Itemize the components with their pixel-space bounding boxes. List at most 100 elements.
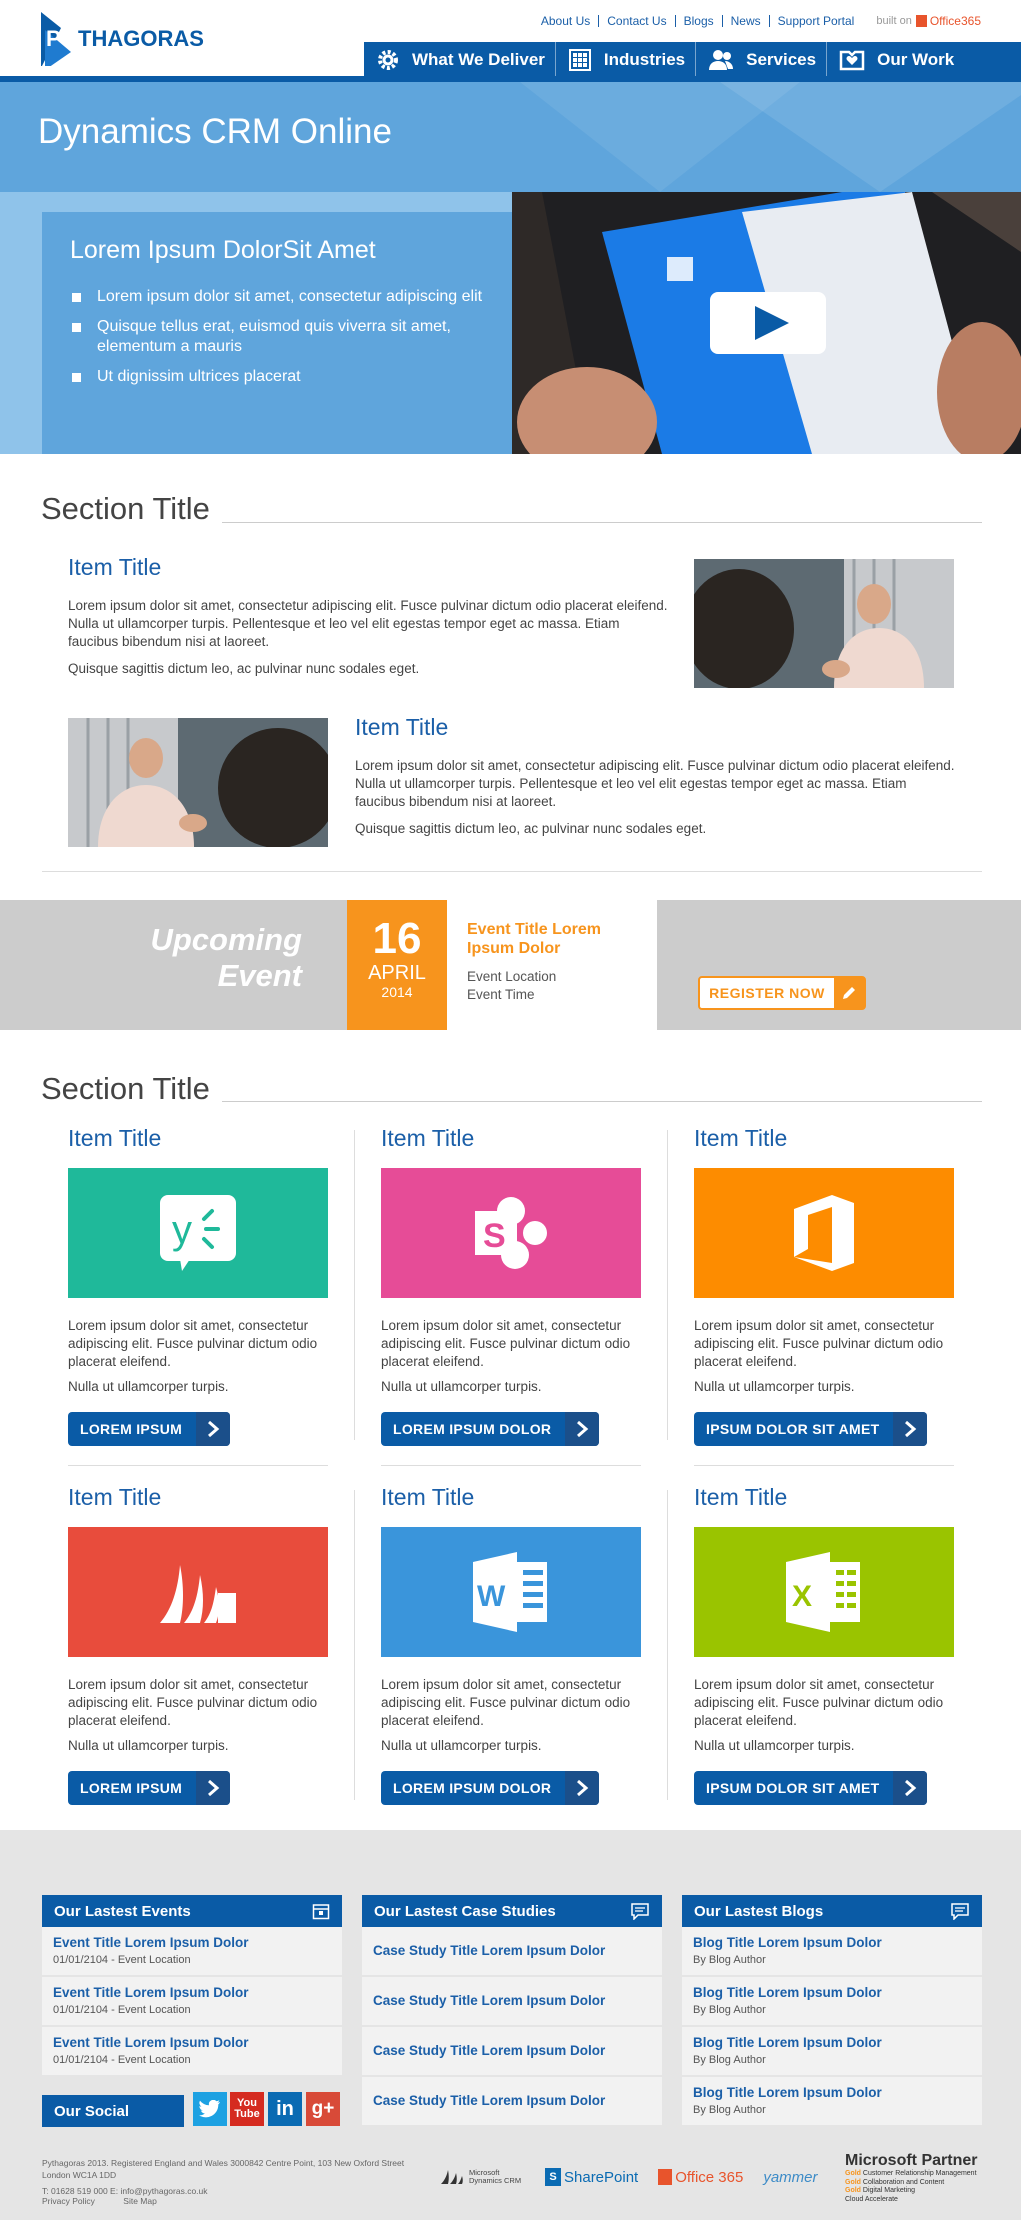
nav-label: What We Deliver — [412, 50, 545, 69]
event-list-item[interactable]: Event Title Lorem Ipsum Dolor 01/01/2104 … — [42, 1927, 342, 1977]
blog-list-item[interactable]: Blog Title Lorem Ipsum Dolor By Blog Auth… — [682, 1977, 982, 2027]
toplink-blogs[interactable]: Blogs — [676, 15, 723, 27]
card-button[interactable]: LOREM IPSUM — [68, 1412, 231, 1446]
nav-our-work[interactable]: Our Work — [827, 42, 964, 78]
video-player[interactable] — [512, 192, 1021, 454]
office365-badge: Office365 — [915, 14, 981, 28]
section-title: Section Title — [41, 491, 210, 526]
dynamics-tile[interactable] — [68, 1527, 328, 1657]
button-label: IPSUM DOLOR SIT AMET — [706, 1780, 880, 1796]
case-study-title: Case Study Title Lorem Ipsum Dolor — [373, 1943, 606, 1958]
footer-links: Privacy Policy Site Map — [42, 2196, 183, 2206]
card-button[interactable]: IPSUM DOLOR SIT AMET — [694, 1771, 928, 1805]
play-icon — [755, 306, 789, 340]
twitter-icon[interactable] — [193, 2092, 227, 2126]
card-text-secondary: Nulla ut ullamcorper turpis. — [381, 1738, 542, 1753]
partner-name: Office 365 — [675, 2168, 744, 2186]
toplink-support-portal[interactable]: Support Portal — [770, 15, 863, 27]
pythagoras-logo[interactable]: PY THAGORAS — [41, 12, 206, 70]
youtube-icon[interactable]: You Tube — [230, 2092, 264, 2126]
blog-title: Blog Title Lorem Ipsum Dolor — [693, 2085, 882, 2100]
excel-tile[interactable]: X — [694, 1527, 954, 1657]
product-card: Item Title Lorem ipsum dolor sit amet, c… — [694, 1125, 954, 1446]
office-tile[interactable] — [694, 1168, 954, 1298]
chevron-right-icon — [893, 1771, 928, 1805]
case-study-title: Case Study Title Lorem Ipsum Dolor — [373, 1993, 606, 2008]
case-study-item[interactable]: Case Study Title Lorem Ipsum Dolor — [362, 2077, 662, 2127]
event-title: Event Title Lorem Ipsum Dolor — [53, 1935, 249, 1950]
heading-line: Event — [217, 958, 302, 993]
item-text: Lorem ipsum dolor sit amet, consectetur … — [355, 758, 955, 809]
card-text: Lorem ipsum dolor sit amet, consectetur … — [694, 1677, 944, 1728]
case-study-title: Case Study Title Lorem Ipsum Dolor — [373, 2093, 606, 2108]
case-study-item[interactable]: Case Study Title Lorem Ipsum Dolor — [362, 1977, 662, 2027]
gear-icon — [378, 50, 398, 70]
google-plus-icon[interactable]: g+ — [306, 2092, 340, 2126]
nav-services[interactable]: Services — [696, 42, 828, 78]
toplink-contact[interactable]: Contact Us — [599, 15, 676, 27]
registration-text: Pythagoras 2013. Registered England and … — [42, 2158, 405, 2180]
competency-name: Collaboration and Content — [862, 2178, 945, 2186]
competency-name: Cloud Accelerate — [845, 2195, 898, 2203]
decorative-triangle — [720, 82, 1021, 192]
case-study-item[interactable]: Case Study Title Lorem Ipsum Dolor — [362, 1927, 662, 1977]
sharepoint-tile[interactable]: S — [381, 1168, 641, 1298]
excel-icon: X — [786, 1552, 860, 1632]
built-on-label: built on — [876, 15, 912, 27]
blog-list-item[interactable]: Blog Title Lorem Ipsum Dolor By Blog Auth… — [682, 2077, 982, 2127]
heart-box-icon — [839, 50, 865, 71]
blog-title: Blog Title Lorem Ipsum Dolor — [693, 1935, 882, 1950]
card-button[interactable]: LOREM IPSUM DOLOR — [381, 1412, 600, 1446]
event-title[interactable]: Event Title Lorem Ipsum Dolor — [467, 920, 637, 958]
item-text: Lorem ipsum dolor sit amet, consectetur … — [68, 598, 668, 649]
privacy-policy-link[interactable]: Privacy Policy — [42, 2196, 95, 2206]
blog-list-item[interactable]: Blog Title Lorem Ipsum Dolor By Blog Auth… — [682, 1927, 982, 1977]
nav-what-we-deliver[interactable]: What We Deliver — [364, 42, 556, 78]
event-title: Event Title Lorem Ipsum Dolor — [53, 1985, 249, 2000]
panel-title: Our Lastest Events — [54, 1902, 191, 1920]
linkedin-icon[interactable]: in — [268, 2092, 302, 2126]
latest-blogs-panel: Our Lastest Blogs Blog Title Lorem Ipsum… — [682, 1895, 982, 2127]
partner-name: SharePoint — [564, 2168, 639, 2186]
card-button[interactable]: IPSUM DOLOR SIT AMET — [694, 1412, 928, 1446]
upcoming-event-band: Upcoming Event 16 APRIL 2014 Event Title … — [0, 900, 1021, 1030]
svg-text:S: S — [483, 1217, 506, 1255]
divider — [42, 871, 982, 872]
word-tile[interactable]: W — [381, 1527, 641, 1657]
card-button[interactable]: LOREM IPSUM — [68, 1771, 231, 1805]
svg-text:W: W — [477, 1580, 506, 1613]
item-title: Item Title — [68, 1125, 162, 1151]
divider — [68, 1465, 328, 1466]
blog-list-item[interactable]: Blog Title Lorem Ipsum Dolor By Blog Auth… — [682, 2027, 982, 2077]
feature-text-box: Lorem Ipsum DolorSit Amet Lorem ipsum do… — [42, 212, 512, 454]
toplink-about[interactable]: About Us — [533, 15, 600, 27]
competency-level: Gold — [845, 2187, 861, 2194]
case-study-item[interactable]: Case Study Title Lorem Ipsum Dolor — [362, 2027, 662, 2077]
ms-partner-title: Microsoft Partner — [845, 2152, 978, 2169]
competency-name: Digital Marketing — [862, 2187, 916, 2194]
event-location: Event Location — [467, 969, 557, 984]
register-now-button[interactable]: REGISTER NOW — [698, 976, 866, 1010]
toplink-news[interactable]: News — [723, 15, 770, 27]
item-title: Item Title — [381, 1484, 475, 1510]
nav-industries[interactable]: Industries — [556, 42, 697, 78]
dynamics-icon — [441, 2170, 463, 2184]
card-button[interactable]: LOREM IPSUM DOLOR — [381, 1771, 600, 1805]
feature-bullet: Ut dignissim ultrices placerat — [70, 367, 484, 387]
site-map-link[interactable]: Site Map — [123, 2196, 157, 2206]
event-list-item[interactable]: Event Title Lorem Ipsum Dolor 01/01/2104 … — [42, 1977, 342, 2027]
event-list-item[interactable]: Event Title Lorem Ipsum Dolor 01/01/2104 … — [42, 2027, 342, 2077]
play-button[interactable] — [710, 292, 826, 354]
button-label: IPSUM DOLOR SIT AMET — [706, 1421, 880, 1437]
product-card: Item Title W Lorem ipsum dolor sit amet,… — [381, 1484, 641, 1805]
dynamics-icon — [160, 1565, 236, 1623]
partner-logos: Microsoft Dynamics CRM S SharePoint Offi… — [440, 2168, 838, 2186]
yammer-tile[interactable]: y — [68, 1168, 328, 1298]
card-text-secondary: Nulla ut ullamcorper turpis. — [694, 1379, 855, 1394]
yammer-icon: y — [160, 1195, 236, 1271]
section-title: Section Title — [41, 1071, 210, 1106]
product-card: Item Title X Lorem ipsum dolor sit amet,… — [694, 1484, 954, 1805]
nav-label: Industries — [603, 50, 686, 69]
competency-level: Gold — [845, 2178, 861, 2186]
sharepoint-icon: S — [545, 2168, 561, 2186]
